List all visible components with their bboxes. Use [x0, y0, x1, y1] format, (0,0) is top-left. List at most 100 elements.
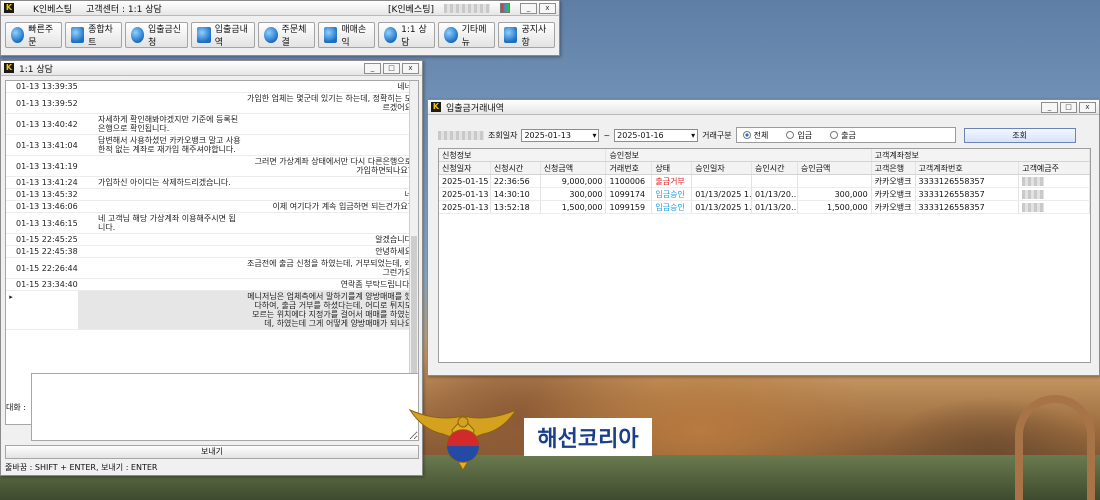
table-cell-atime — [752, 175, 798, 187]
row-marker — [6, 189, 16, 200]
table-cell-atime: 01/13/20… — [752, 188, 798, 200]
toolbar-label: 입출금내역 — [214, 25, 248, 48]
message-time: 01-15 22:45:25 — [16, 235, 78, 244]
start-date-picker[interactable]: 2025-01-13 ▾ — [521, 128, 600, 142]
profit-button[interactable]: 매매손익 — [318, 22, 375, 48]
chat-message-row[interactable]: 01-13 13:41:04 답변해서 사용하셨던 카카오뱅크 말고 사용한적 없… — [6, 135, 418, 156]
chat-message-row[interactable]: 01-13 13:40:42 자세하게 확인해봐야겠지만 기준에 등록된 은행으로… — [6, 114, 418, 135]
main-window: K K인베스팅 고객센터 : 1:1 상담 [K인베스팅] _ x 빠른주문 종… — [0, 0, 560, 56]
chart-button[interactable]: 종합차트 — [64, 22, 122, 48]
table-row[interactable]: 2025-01-15 22:36:56 9,000,000 1100006 출금거부 카카… — [439, 175, 1090, 188]
app-title: K인베스팅 — [33, 4, 73, 15]
table-cell-holder-blurred — [1019, 175, 1090, 187]
column-header[interactable]: 고객은행 — [872, 162, 916, 174]
group-customer-account: 고객계좌정보 — [872, 149, 1090, 161]
order-fill-icon — [264, 27, 278, 43]
maximize-button[interactable]: □ — [383, 62, 400, 74]
misc-menu-button[interactable]: 기타메뉴 — [438, 22, 496, 48]
table-cell-time: 14:30:10 — [491, 188, 541, 200]
column-header[interactable]: 고객예금주 — [1019, 162, 1090, 174]
date-tilde: ~ — [603, 130, 611, 140]
column-header[interactable]: 신청시간 — [491, 162, 541, 174]
end-date-picker[interactable]: 2025-01-16 ▾ — [614, 128, 699, 142]
quick-order-button[interactable]: 빠른주문 — [5, 22, 62, 48]
order-fill-button[interactable]: 주문체결 — [258, 22, 316, 48]
money-request-button[interactable]: 입출금신청 — [124, 22, 189, 48]
chat-message-row[interactable]: 01-13 13:46:15 네 고객님 해당 가상계좌 이용해주시면 됩니다. — [6, 213, 418, 234]
chat-message-row[interactable]: 01-15 22:45:25 알겠습니다 — [6, 234, 418, 246]
chat-message-row[interactable]: 01-13 13:41:24 가입하신 아이디는 삭제하드리겠습니다. — [6, 177, 418, 189]
minimize-button[interactable]: _ — [364, 62, 381, 74]
customer-message: 네 — [243, 189, 418, 200]
close-button[interactable]: x — [1079, 101, 1096, 113]
chat-message-row[interactable]: ▸ 메니저님은 업체측에서 말하기를계 양방매매를 했다하여, 출금 거부를 하셨… — [6, 291, 418, 330]
account-id-blurred — [438, 130, 484, 140]
chat-message-row[interactable]: 01-15 22:26:44 조금전에 출금 신청을 하였는데, 거부되었는데, … — [6, 258, 418, 279]
send-button[interactable]: 보내기 — [5, 445, 419, 459]
group-approval: 승인정보 — [606, 149, 872, 161]
history-button[interactable]: 입출금내역 — [191, 22, 256, 48]
scrollbar-thumb[interactable] — [411, 236, 417, 386]
radio-deposit[interactable]: 입금 — [786, 130, 812, 141]
money-request-icon — [130, 27, 144, 43]
table-cell-amount: 300,000 — [541, 188, 607, 200]
maximize-button[interactable]: □ — [1060, 101, 1077, 113]
table-header: 신청일자 신청시간 신청금액 거래번호 상태 승인일자 승인시간 승인금액 고객은행 고객계좌번호… — [439, 162, 1090, 175]
column-header[interactable]: 거래번호 — [606, 162, 653, 174]
chat-message-row[interactable]: 01-13 13:39:52 가입한 업체는 몇군데 있기는 하는데, 정확히는 … — [6, 93, 418, 114]
agent-message: 자세하게 확인해봐야겠지만 기준에 등록된 은행으로 확인됩니다. — [98, 115, 239, 133]
agent-message — [78, 189, 243, 200]
chat-message-row[interactable]: 01-13 13:46:06 이제 여기다가 계속 입금하면 되는건가요? — [6, 201, 418, 213]
agent-message: 답변해서 사용하셨던 카카오뱅크 말고 사용한적 없는 계좌로 재가입 해주셔야… — [98, 136, 241, 154]
table-cell-bank: 카카오뱅크 — [872, 188, 916, 200]
column-header[interactable]: 승인일자 — [692, 162, 753, 174]
tx-titlebar: K 입출금거래내역 _ □ x — [428, 100, 1099, 115]
radio-withdraw[interactable]: 출금 — [830, 130, 856, 141]
type-radio-group: 전체 입금 출금 — [735, 127, 956, 143]
row-marker — [6, 156, 16, 176]
search-button[interactable]: 조회 — [963, 127, 1076, 143]
agent-message — [78, 279, 243, 290]
radio-icon — [786, 131, 795, 139]
chat-message-row[interactable]: 01-15 23:34:40 연락좀 부탁드립니다. — [6, 279, 418, 291]
chat-input[interactable] — [31, 373, 419, 441]
column-header[interactable]: 신청금액 — [541, 162, 607, 174]
table-body: 2025-01-15 22:36:56 9,000,000 1100006 출금거부 카카… — [439, 175, 1090, 214]
table-row[interactable]: 2025-01-13 14:30:10 300,000 1099174 입금승인 01/1… — [439, 188, 1090, 201]
close-button[interactable]: x — [539, 2, 556, 14]
toolbar-label: 공지사항 — [521, 25, 547, 48]
toolbar-label: 기타메뉴 — [461, 25, 487, 48]
column-header[interactable]: 고객계좌번호 — [916, 162, 1020, 174]
column-header[interactable]: 승인시간 — [752, 162, 798, 174]
chat-message-row[interactable]: 01-13 13:45:32 네 — [6, 189, 418, 201]
chat-titlebar: K 1:1 상담 _ □ x — [1, 61, 422, 76]
transaction-window: K 입출금거래내역 _ □ x 조회일자 2025-01-13 ▾ ~ 2025-… — [427, 99, 1100, 376]
row-marker: ▸ — [9, 293, 13, 301]
column-header[interactable]: 신청일자 — [439, 162, 491, 174]
chat-message-row[interactable]: 01-13 13:41:19 그러면 가상계좌 상태에서만 다시 다른은행으로 가… — [6, 156, 418, 177]
radio-all[interactable]: 전체 — [742, 130, 768, 141]
message-time: 01-15 22:26:44 — [16, 263, 78, 273]
main-toolbar: 빠른주문 종합차트 입출금신청 입출금내역 주문체결 매매손익 1:1 상담 기… — [1, 16, 559, 48]
row-marker — [6, 93, 16, 113]
chat-message-row[interactable]: 01-13 13:39:35 네네 — [6, 81, 418, 93]
grid-icon[interactable] — [500, 3, 510, 13]
chevron-down-icon: ▾ — [691, 130, 696, 140]
quick-order-icon — [11, 27, 25, 43]
minimize-button[interactable]: _ — [520, 2, 537, 14]
agent-message — [78, 156, 243, 176]
chat-message-row[interactable]: 01-15 22:45:38 안녕하세요 — [6, 246, 418, 258]
toolbar-label: 빠른주문 — [28, 25, 54, 48]
table-row[interactable]: 2025-01-13 13:52:18 1,500,000 1099159 입금승인 01… — [439, 201, 1090, 214]
toolbar-label: 주문체결 — [281, 25, 307, 48]
close-button[interactable]: x — [402, 62, 419, 74]
notice-button[interactable]: 공지사항 — [498, 22, 555, 48]
app-logo-icon: K — [4, 63, 14, 73]
table-cell-status: 출금거부 — [652, 175, 693, 187]
table-cell-account: 3333126558357 — [916, 188, 1020, 200]
chat-button[interactable]: 1:1 상담 — [377, 22, 436, 48]
minimize-button[interactable]: _ — [1041, 101, 1058, 113]
table-cell-holder-blurred — [1019, 201, 1090, 213]
column-header[interactable]: 상태 — [652, 162, 693, 174]
column-header[interactable]: 승인금액 — [798, 162, 872, 174]
